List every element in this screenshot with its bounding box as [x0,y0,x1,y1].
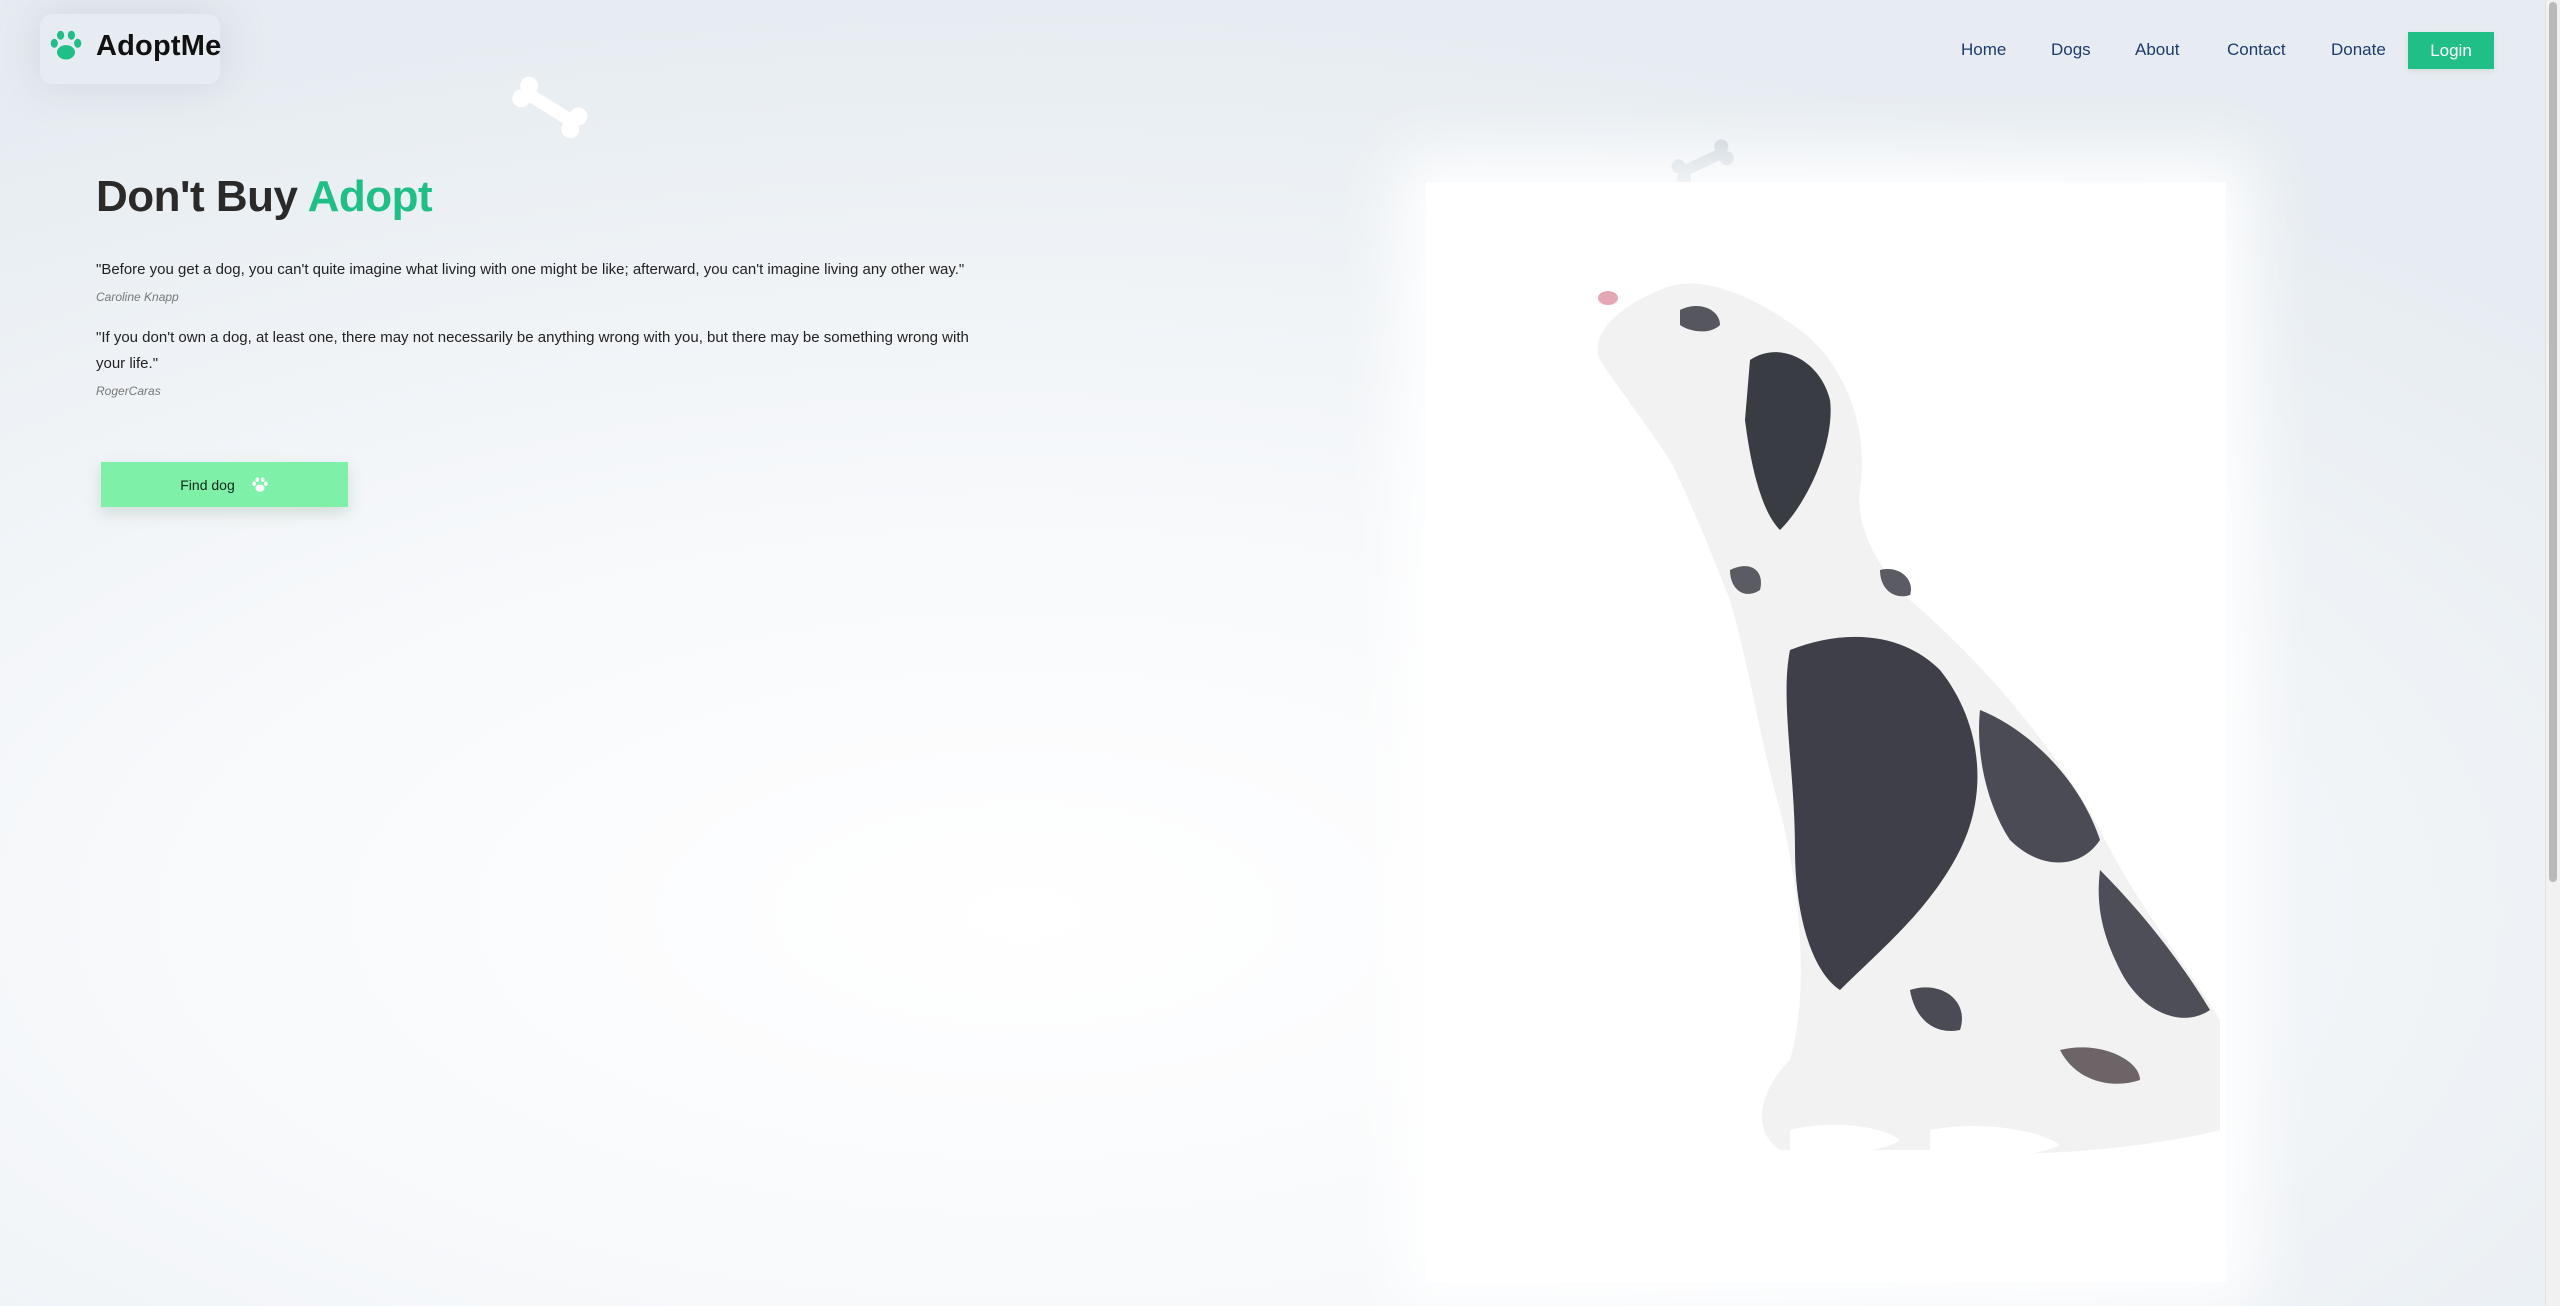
top-header: AdoptMe Home Dogs About Contact Donate L… [0,0,2545,100]
paw-icon [252,476,268,492]
nav-contact[interactable]: Contact [2227,40,2286,60]
paw-icon [50,30,82,60]
page-scrollbar[interactable] [2545,0,2560,1306]
nav-donate[interactable]: Donate [2331,40,2386,60]
nav-home[interactable]: Home [1961,40,2006,60]
find-dog-label: Find dog [180,476,235,493]
quote-2: "If you don't own a dog, at least one, t… [96,329,969,372]
find-dog-button[interactable]: Find dog [101,462,348,507]
hero-title: Don't Buy Adopt [96,172,433,222]
nav-about[interactable]: About [2135,40,2179,60]
dog-image [1597,283,2220,1157]
login-button[interactable]: Login [2408,32,2494,69]
hero-title-accent: Adopt [307,172,433,221]
bone-icon [512,76,588,139]
quote-2-author: RogerCaras [96,384,161,398]
hero-title-main: Don't Buy [96,172,298,221]
brand-logo[interactable]: AdoptMe [48,28,221,64]
nav-dogs[interactable]: Dogs [2051,40,2091,60]
scrollbar-thumb[interactable] [2549,2,2557,882]
brand-name: AdoptMe [96,29,222,62]
quote-1-author: Caroline Knapp [96,290,179,304]
quote-1: "Before you get a dog, you can't quite i… [96,261,965,278]
